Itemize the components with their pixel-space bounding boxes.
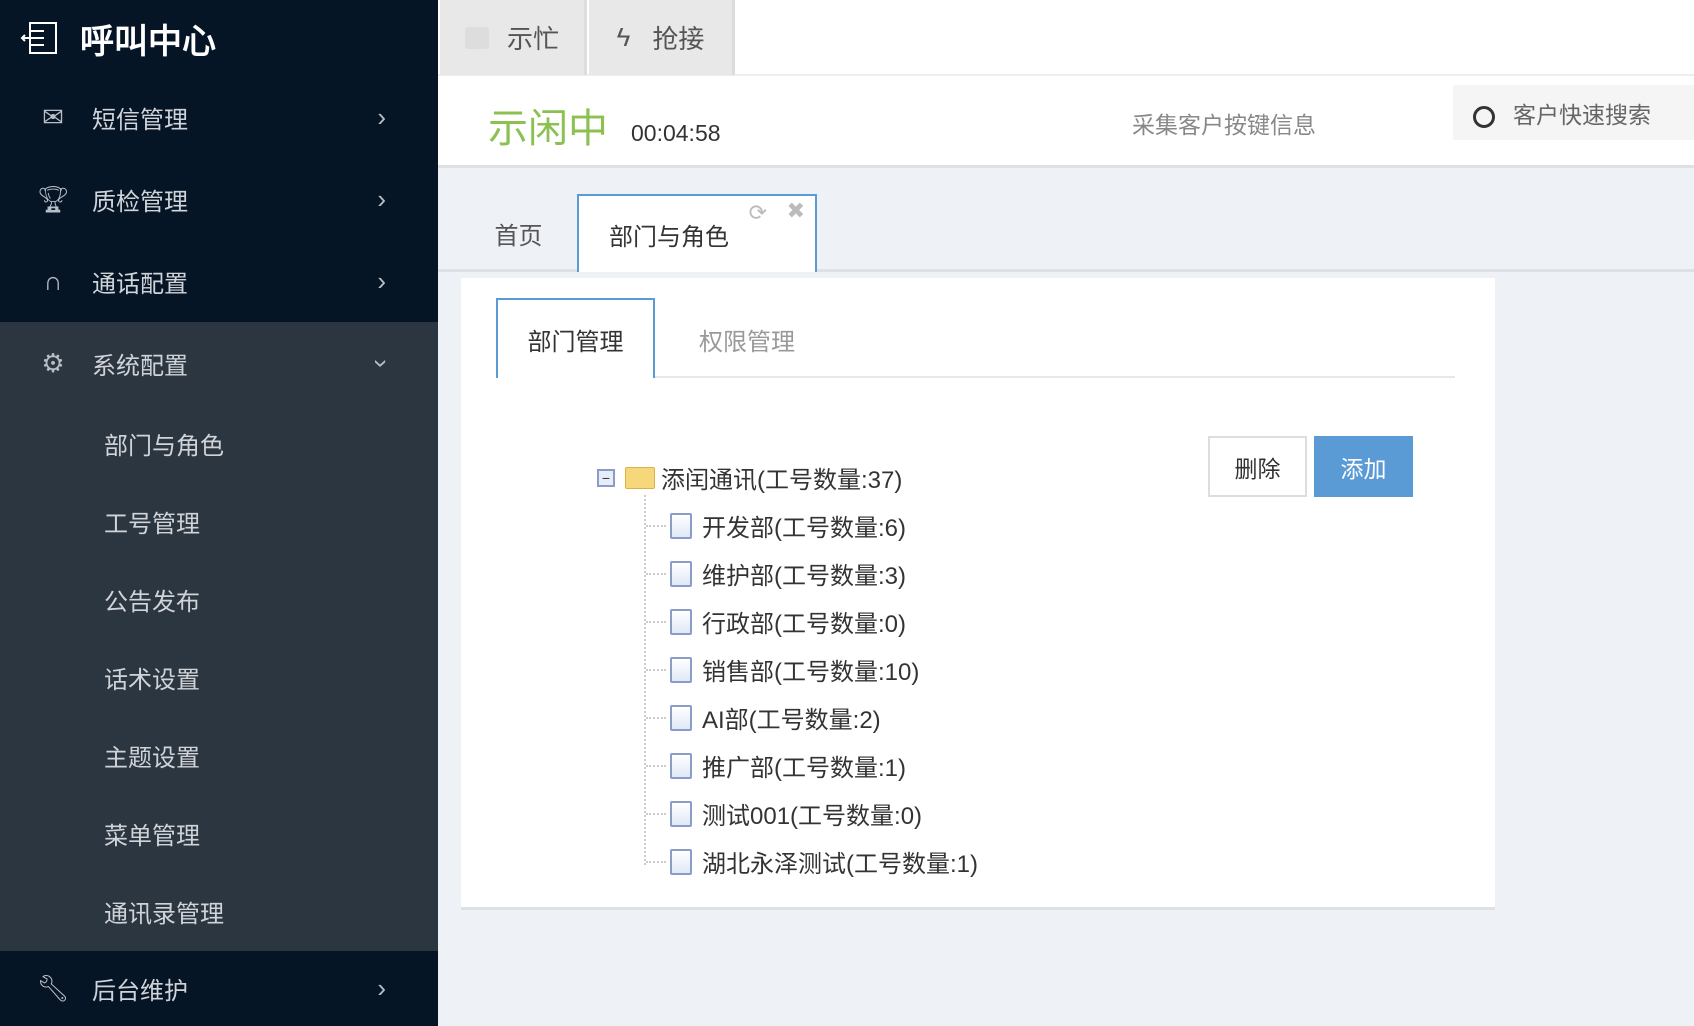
tree-root-node[interactable]: − 添闰通讯(工号数量:37): [597, 460, 902, 495]
file-icon: [670, 608, 692, 635]
monitor-icon: [464, 26, 489, 49]
customer-search[interactable]: 客户快速搜索: [1453, 85, 1694, 140]
headphones-icon: ∩: [43, 265, 63, 296]
chevron-right-icon: ›: [377, 183, 386, 214]
content-panel: 部门管理 权限管理 删除 添加: [461, 278, 1495, 910]
busy-button[interactable]: 示忙: [440, 0, 587, 75]
tree-connector: [646, 716, 666, 719]
chevron-right-icon: ›: [377, 101, 386, 132]
collapse-icon[interactable]: −: [597, 468, 615, 487]
tree-child-node[interactable]: 推广部(工号数量:1): [646, 748, 906, 783]
sidebar-item-qc[interactable]: 🏆︎ 质检管理 ›: [0, 158, 438, 240]
tab-dept-role[interactable]: 部门与角色 ⟳ ✖: [577, 194, 817, 272]
file-icon: [670, 752, 692, 779]
tab-permission-management[interactable]: 权限管理: [699, 322, 795, 357]
tree-node-label: 开发部(工号数量:6): [702, 515, 906, 542]
sidebar-subitem-theme[interactable]: 主题设置: [104, 738, 200, 773]
collapse-menu-icon[interactable]: [20, 21, 58, 55]
file-icon: [670, 512, 692, 539]
tree-child-node[interactable]: 测试001(工号数量:0): [646, 796, 922, 831]
file-icon: [670, 656, 692, 683]
top-bar: 示忙 ϟ 抢接: [438, 0, 1694, 76]
close-icon[interactable]: ✖: [787, 198, 805, 224]
system-config-section: ⚙ 系统配置 › 部门与角色 工号管理 公告发布 话术设置 主题设置 菜单管理 通讯…: [0, 322, 438, 951]
sidebar-header: 呼叫中心: [0, 0, 438, 76]
sidebar-item-label: 通话配置: [92, 270, 188, 298]
tree-connector: [646, 572, 666, 575]
sidebar-item-label: 短信管理: [92, 106, 188, 134]
tree-connector: [646, 812, 666, 815]
tree-node-label: 行政部(工号数量:0): [702, 611, 906, 638]
collect-keypress-link[interactable]: 采集客户按键信息: [1132, 106, 1316, 140]
sidebar-item-maintenance[interactable]: 🔧︎ 后台维护 ›: [0, 951, 438, 1026]
tree-child-node[interactable]: AI部(工号数量:2): [646, 700, 881, 735]
sidebar-subitem-menu[interactable]: 菜单管理: [104, 816, 200, 851]
tree-connector: [646, 764, 666, 767]
tree-node-label: 添闰通讯(工号数量:37): [661, 467, 903, 494]
tree-node-label: 销售部(工号数量:10): [702, 659, 920, 686]
delete-button[interactable]: 删除: [1208, 436, 1307, 497]
wrench-icon: 🔧︎: [36, 973, 70, 1003]
sidebar-item-label: 系统配置: [92, 352, 188, 380]
folder-icon: [625, 466, 655, 489]
agent-state: 示闲中: [488, 107, 608, 151]
chevron-right-icon: ›: [377, 973, 386, 1003]
status-bar: 示闲中 00:04:58 采集客户按键信息 客户快速搜索: [438, 76, 1694, 168]
file-icon: [670, 848, 692, 875]
sidebar-item-label: 质检管理: [92, 188, 188, 216]
tree-child-node[interactable]: 销售部(工号数量:10): [646, 652, 919, 687]
add-button[interactable]: 添加: [1314, 436, 1413, 497]
lightning-icon: ϟ: [616, 22, 631, 52]
tree-child-node[interactable]: 维护部(工号数量:3): [646, 556, 906, 591]
busy-label: 示忙: [506, 24, 559, 54]
file-icon: [670, 704, 692, 731]
tree-node-label: AI部(工号数量:2): [702, 707, 881, 734]
sidebar-subitem-agent-id[interactable]: 工号管理: [104, 504, 200, 539]
tree-connector: [646, 668, 666, 671]
chevron-down-icon: ›: [367, 358, 398, 368]
tab-home[interactable]: 首页: [461, 194, 576, 272]
tree-node-label: 湖北永泽测试(工号数量:1): [702, 851, 978, 878]
page-tabs: 首页 部门与角色 ⟳ ✖: [438, 168, 1694, 272]
sidebar-item-label: 后台维护: [92, 978, 188, 1005]
search-placeholder: 客户快速搜索: [1513, 101, 1651, 128]
tab-dept-management[interactable]: 部门管理: [496, 298, 655, 378]
sidebar-subitem-dept-role[interactable]: 部门与角色: [104, 426, 224, 461]
grab-label: 抢接: [652, 24, 705, 54]
file-icon: [670, 560, 692, 587]
tree-node-label: 测试001(工号数量:0): [702, 803, 923, 830]
tab-label: 部门与角色: [609, 223, 729, 251]
trophy-icon: 🏆︎: [36, 183, 70, 214]
envelope-icon: ✉: [42, 101, 64, 132]
sidebar-subitem-contacts[interactable]: 通讯录管理: [104, 894, 224, 929]
file-icon: [670, 800, 692, 827]
sidebar-item-sms[interactable]: ✉ 短信管理 ›: [0, 76, 438, 158]
grab-call-button[interactable]: ϟ 抢接: [589, 0, 735, 75]
sidebar-subitem-script[interactable]: 话术设置: [104, 660, 200, 695]
tree-child-node[interactable]: 开发部(工号数量:6): [646, 508, 906, 543]
state-timer: 00:04:58: [631, 120, 721, 146]
tree-node-label: 维护部(工号数量:3): [702, 563, 906, 590]
gear-icon: ⚙: [41, 347, 65, 378]
tree-child-node[interactable]: 行政部(工号数量:0): [646, 604, 906, 639]
search-icon: [1473, 105, 1495, 128]
tree-node-label: 推广部(工号数量:1): [702, 755, 906, 782]
sidebar-item-call-config[interactable]: ∩ 通话配置 ›: [0, 240, 438, 322]
sidebar: 呼叫中心 ✉ 短信管理 › 🏆︎ 质检管理 › ∩ 通话配置 › ⚙ 系统配置 › 部门与角色 …: [0, 0, 438, 1026]
tree-connector: [646, 860, 666, 863]
sidebar-subitem-notice[interactable]: 公告发布: [104, 582, 200, 617]
refresh-icon[interactable]: ⟳: [749, 200, 767, 226]
tree-child-node[interactable]: 湖北永泽测试(工号数量:1): [646, 844, 978, 879]
chevron-right-icon: ›: [377, 265, 386, 296]
app-title: 呼叫中心: [80, 22, 216, 61]
tree-connector: [646, 620, 666, 623]
sidebar-item-system-config[interactable]: ⚙ 系统配置 ›: [0, 322, 438, 404]
tree-connector: [646, 524, 666, 527]
